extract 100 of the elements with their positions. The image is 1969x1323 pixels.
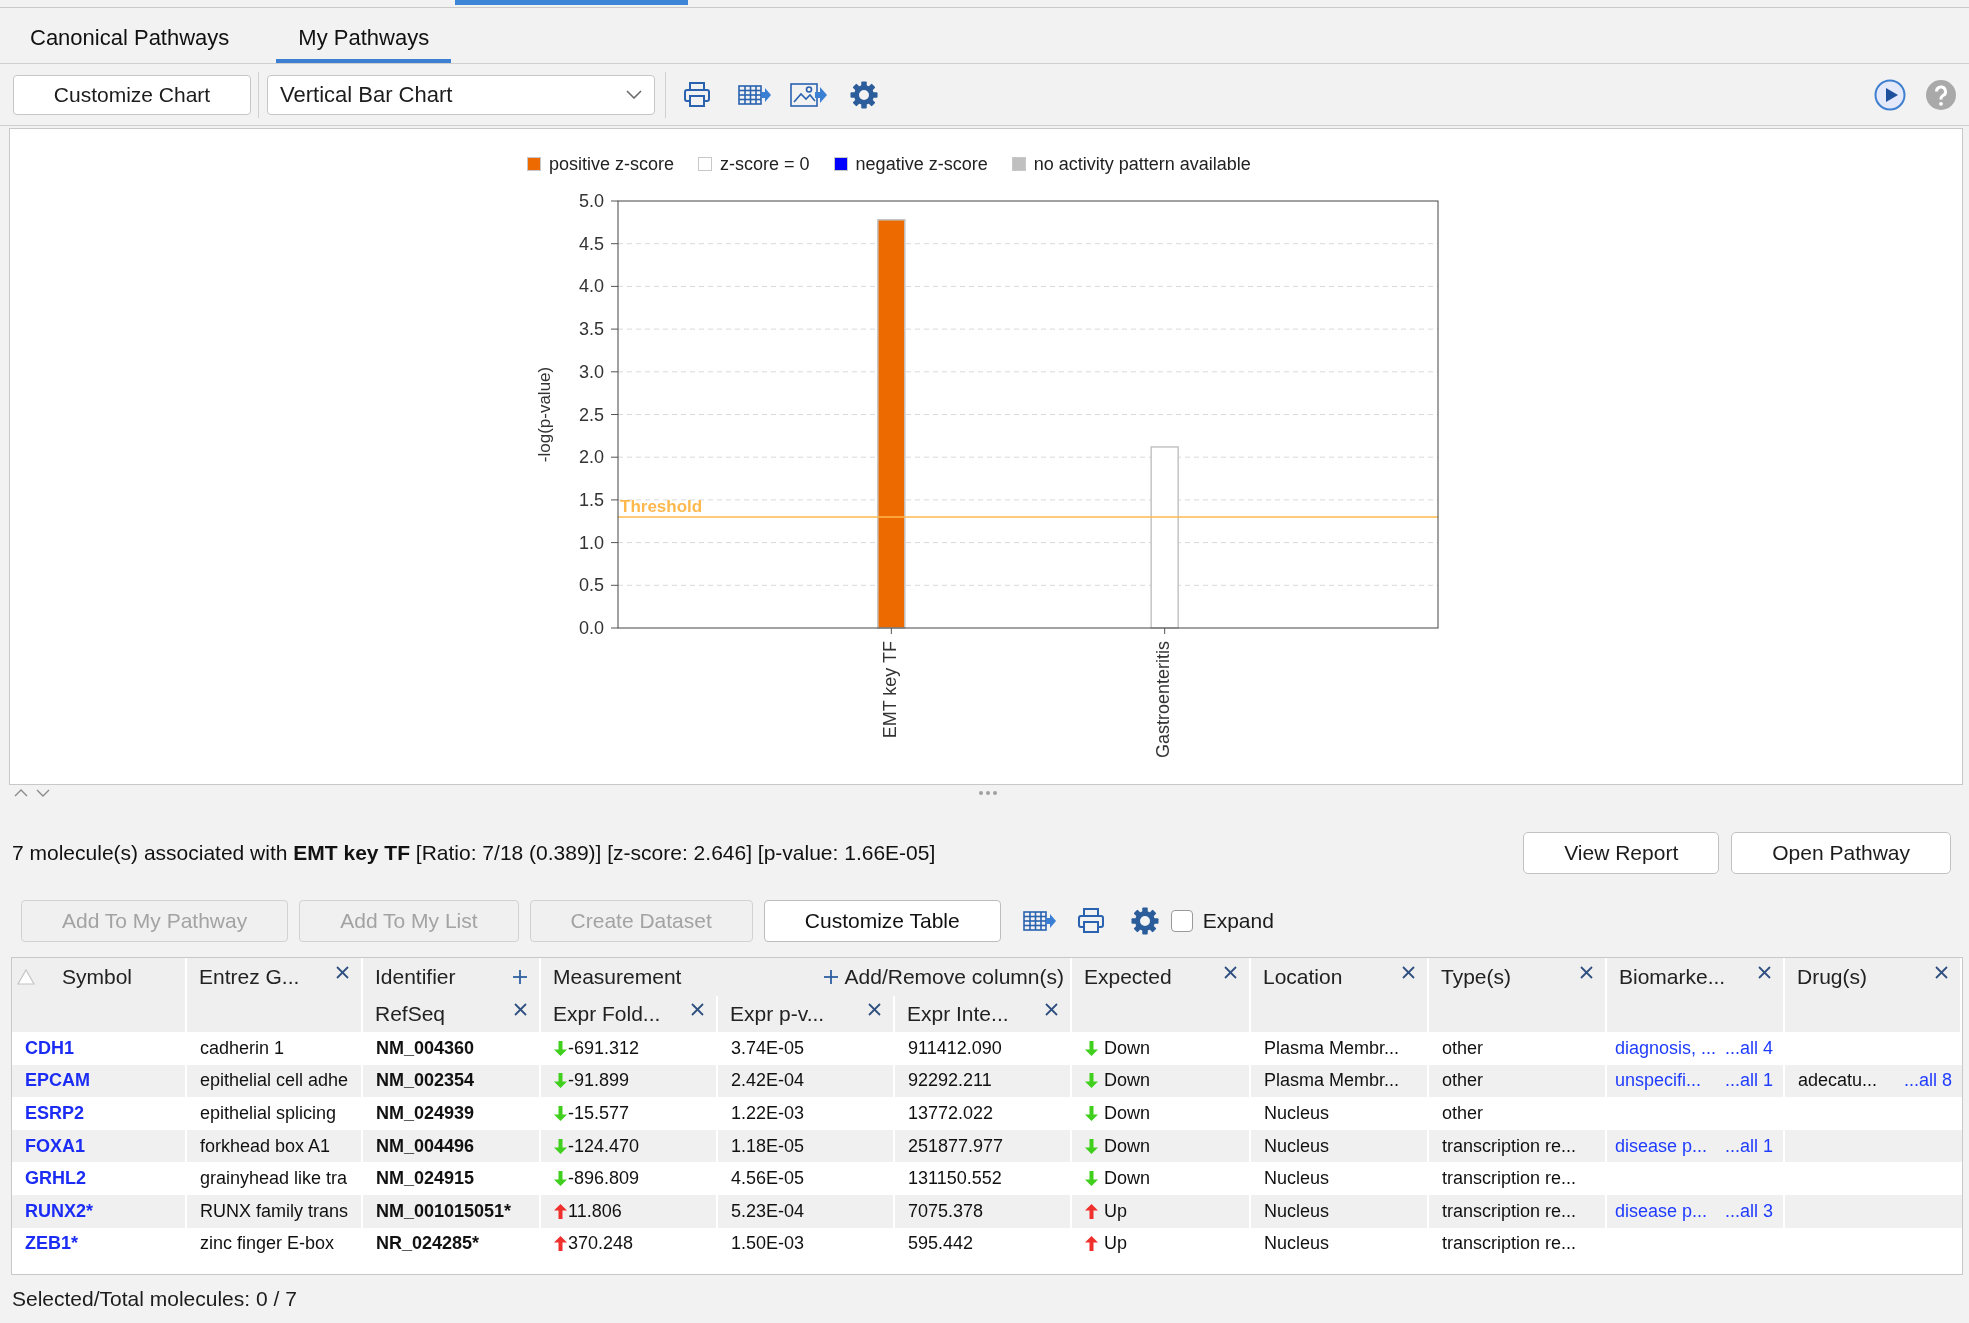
drug-name: adecatu... bbox=[1798, 1069, 1878, 1093]
chevron-down-icon[interactable] bbox=[626, 90, 642, 99]
close-icon[interactable] bbox=[514, 1003, 527, 1016]
status-text: Selected/Total molecules: 0 / 7 bbox=[12, 1286, 297, 1313]
printer-icon[interactable] bbox=[683, 81, 711, 108]
settings-icon[interactable] bbox=[850, 80, 878, 109]
y-tick-label: 5.0 bbox=[578, 191, 604, 211]
y-tick-label: 0.0 bbox=[578, 618, 604, 638]
chart-type-dropdown[interactable]: Vertical Bar Chart bbox=[267, 74, 655, 115]
gene-symbol-link[interactable]: ESRP2 bbox=[25, 1100, 85, 1127]
legend-label: no activity pattern available bbox=[1033, 152, 1251, 176]
chevron-down-icon[interactable] bbox=[36, 788, 50, 797]
column-header[interactable]: Location bbox=[1251, 958, 1429, 1032]
table-cell: transcription re... bbox=[1429, 1227, 1607, 1261]
table-row[interactable]: RUNX2* RUNX family trans NM_001015051* 11.806 5.23E-04 7075.378 Up Nucleus transcription re... disease p... ...all 3 bbox=[12, 1194, 1962, 1228]
expand-label[interactable]: Expand bbox=[1202, 905, 1274, 937]
gene-symbol-link[interactable]: FOXA1 bbox=[25, 1132, 85, 1160]
gene-symbol-link[interactable]: RUNX2* bbox=[25, 1197, 94, 1225]
drag-handle-icon[interactable] bbox=[979, 790, 997, 795]
tab[interactable]: Canonical Pathways bbox=[8, 17, 252, 63]
table-cell: Nucleus bbox=[1251, 1227, 1429, 1261]
fold-change-value: 11.806 bbox=[568, 1199, 622, 1223]
plus-icon[interactable] bbox=[513, 970, 527, 984]
show-all-link[interactable]: ...all 1 bbox=[1724, 1067, 1773, 1095]
table-cell: 595.442 bbox=[895, 1227, 1072, 1261]
image-export-icon[interactable] bbox=[790, 80, 828, 109]
fold-change-value: -91.899 bbox=[568, 1069, 630, 1093]
chevron-up-icon[interactable] bbox=[14, 788, 28, 797]
table-row[interactable]: EPCAM epithelial cell adhe NM_002354 -91.899 2.42E-04 92292.211 Down Plasma Membr... other unspecifi... ...all 1 adecatu... ...all 8 bbox=[12, 1064, 1962, 1098]
gene-symbol-link[interactable]: GRHL2 bbox=[25, 1165, 86, 1193]
column-header[interactable]: Entrez G... bbox=[187, 958, 363, 1032]
biomarker-link[interactable]: unspecifi... bbox=[1615, 1067, 1702, 1095]
close-icon[interactable] bbox=[1402, 966, 1415, 979]
close-icon[interactable] bbox=[1224, 966, 1237, 979]
close-icon[interactable] bbox=[691, 1003, 704, 1016]
play-icon[interactable] bbox=[1874, 78, 1906, 111]
column-header[interactable]: Biomarke... bbox=[1607, 958, 1785, 1032]
expected-label: Down bbox=[1104, 1036, 1151, 1060]
show-all-link[interactable]: ...all 3 bbox=[1724, 1197, 1773, 1225]
fold-change-value: -691.312 bbox=[568, 1036, 640, 1060]
y-tick-label: 0.5 bbox=[578, 575, 604, 596]
printer-icon[interactable] bbox=[1076, 908, 1105, 934]
group-header-label: Measurement bbox=[553, 964, 682, 991]
close-icon[interactable] bbox=[336, 966, 349, 979]
gene-symbol-link[interactable]: CDH1 bbox=[25, 1034, 74, 1062]
y-tick-label: 4.5 bbox=[578, 233, 604, 254]
close-icon[interactable] bbox=[1580, 966, 1593, 979]
open-pathway-button[interactable]: Open Pathway bbox=[1731, 832, 1951, 874]
expected-label: Up bbox=[1104, 1199, 1127, 1223]
column-header[interactable]: Type(s) bbox=[1429, 958, 1607, 1032]
gene-symbol-link[interactable]: EPCAM bbox=[25, 1067, 90, 1095]
settings-icon[interactable] bbox=[1130, 907, 1159, 935]
group-header-label: Identifier bbox=[375, 964, 456, 991]
show-all-link[interactable]: ...all 4 bbox=[1724, 1034, 1773, 1062]
show-all-link[interactable]: ...all 8 bbox=[1903, 1067, 1952, 1095]
column-header[interactable]: Expr p-v... bbox=[718, 996, 895, 1032]
tab[interactable]: My Pathways bbox=[276, 17, 452, 63]
biomarker-link[interactable]: disease p... bbox=[1615, 1132, 1708, 1160]
close-icon[interactable] bbox=[1758, 966, 1771, 979]
expected-label: Down bbox=[1104, 1134, 1151, 1158]
fold-change-value: -124.470 bbox=[568, 1134, 640, 1158]
table-cell: zinc finger E-box bbox=[187, 1227, 363, 1261]
threshold-label: Threshold bbox=[620, 497, 703, 516]
legend-label: negative z-score bbox=[855, 152, 988, 176]
y-tick-label: 2.0 bbox=[578, 447, 604, 468]
expected-label: Down bbox=[1104, 1102, 1151, 1125]
table-export-icon[interactable] bbox=[1022, 908, 1057, 934]
column-header[interactable]: Expr Inte... bbox=[895, 996, 1072, 1032]
y-tick-label: 1.0 bbox=[578, 532, 604, 553]
y-tick-label: 3.5 bbox=[578, 319, 604, 340]
close-icon[interactable] bbox=[1045, 1003, 1058, 1016]
table-row[interactable]: FOXA1 forkhead box A1 NM_004496 -124.470 1.18E-05 251877.977 Down Nucleus transcription re... disease p... ...all 1 bbox=[12, 1129, 1962, 1163]
column-header[interactable]: Expected bbox=[1072, 958, 1251, 1032]
table-cell: NR_024285* bbox=[363, 1227, 541, 1261]
y-tick-label: 2.5 bbox=[578, 404, 604, 425]
view-report-button[interactable]: View Report bbox=[1523, 832, 1720, 874]
column-header[interactable]: Expr Fold... bbox=[541, 996, 718, 1032]
add-columns-link[interactable]: Add/Remove column(s) bbox=[823, 961, 1064, 993]
x-tick-label: Gastroenteritis bbox=[1153, 641, 1174, 759]
plus-icon[interactable] bbox=[823, 970, 838, 984]
expected-label: Down bbox=[1104, 1167, 1151, 1191]
biomarker-link[interactable]: disease p... bbox=[1615, 1197, 1708, 1225]
column-header[interactable]: Drug(s) bbox=[1785, 958, 1962, 1032]
biomarker-link[interactable]: diagnosis, ... bbox=[1615, 1034, 1717, 1062]
column-header[interactable]: Symbol bbox=[12, 958, 187, 1032]
close-icon[interactable] bbox=[868, 1003, 881, 1016]
customize-chart-button[interactable]: Customize Chart bbox=[13, 74, 251, 115]
fold-change-value: -15.577 bbox=[568, 1102, 630, 1125]
customize-table-button[interactable]: Customize Table bbox=[763, 900, 1001, 942]
show-all-link[interactable]: ...all 1 bbox=[1724, 1132, 1773, 1160]
y-tick-label: 3.0 bbox=[578, 361, 604, 382]
legend-label: z-score = 0 bbox=[720, 152, 810, 176]
gene-symbol-link[interactable]: ZEB1* bbox=[25, 1230, 78, 1258]
legend-label: positive z-score bbox=[549, 152, 675, 176]
close-icon[interactable] bbox=[1935, 966, 1948, 979]
y-tick-label: 1.5 bbox=[578, 489, 604, 510]
summary-text: 7 molecule(s) associated with EMT key TF [Ratio: 7/18 (0.389)] [z-score: 2.646] [p-value: 1.66E-05] bbox=[12, 840, 936, 867]
column-header[interactable]: RefSeq bbox=[363, 996, 541, 1032]
expand-checkbox[interactable] bbox=[1170, 910, 1193, 932]
table-cell: 1.50E-03 bbox=[718, 1227, 895, 1261]
